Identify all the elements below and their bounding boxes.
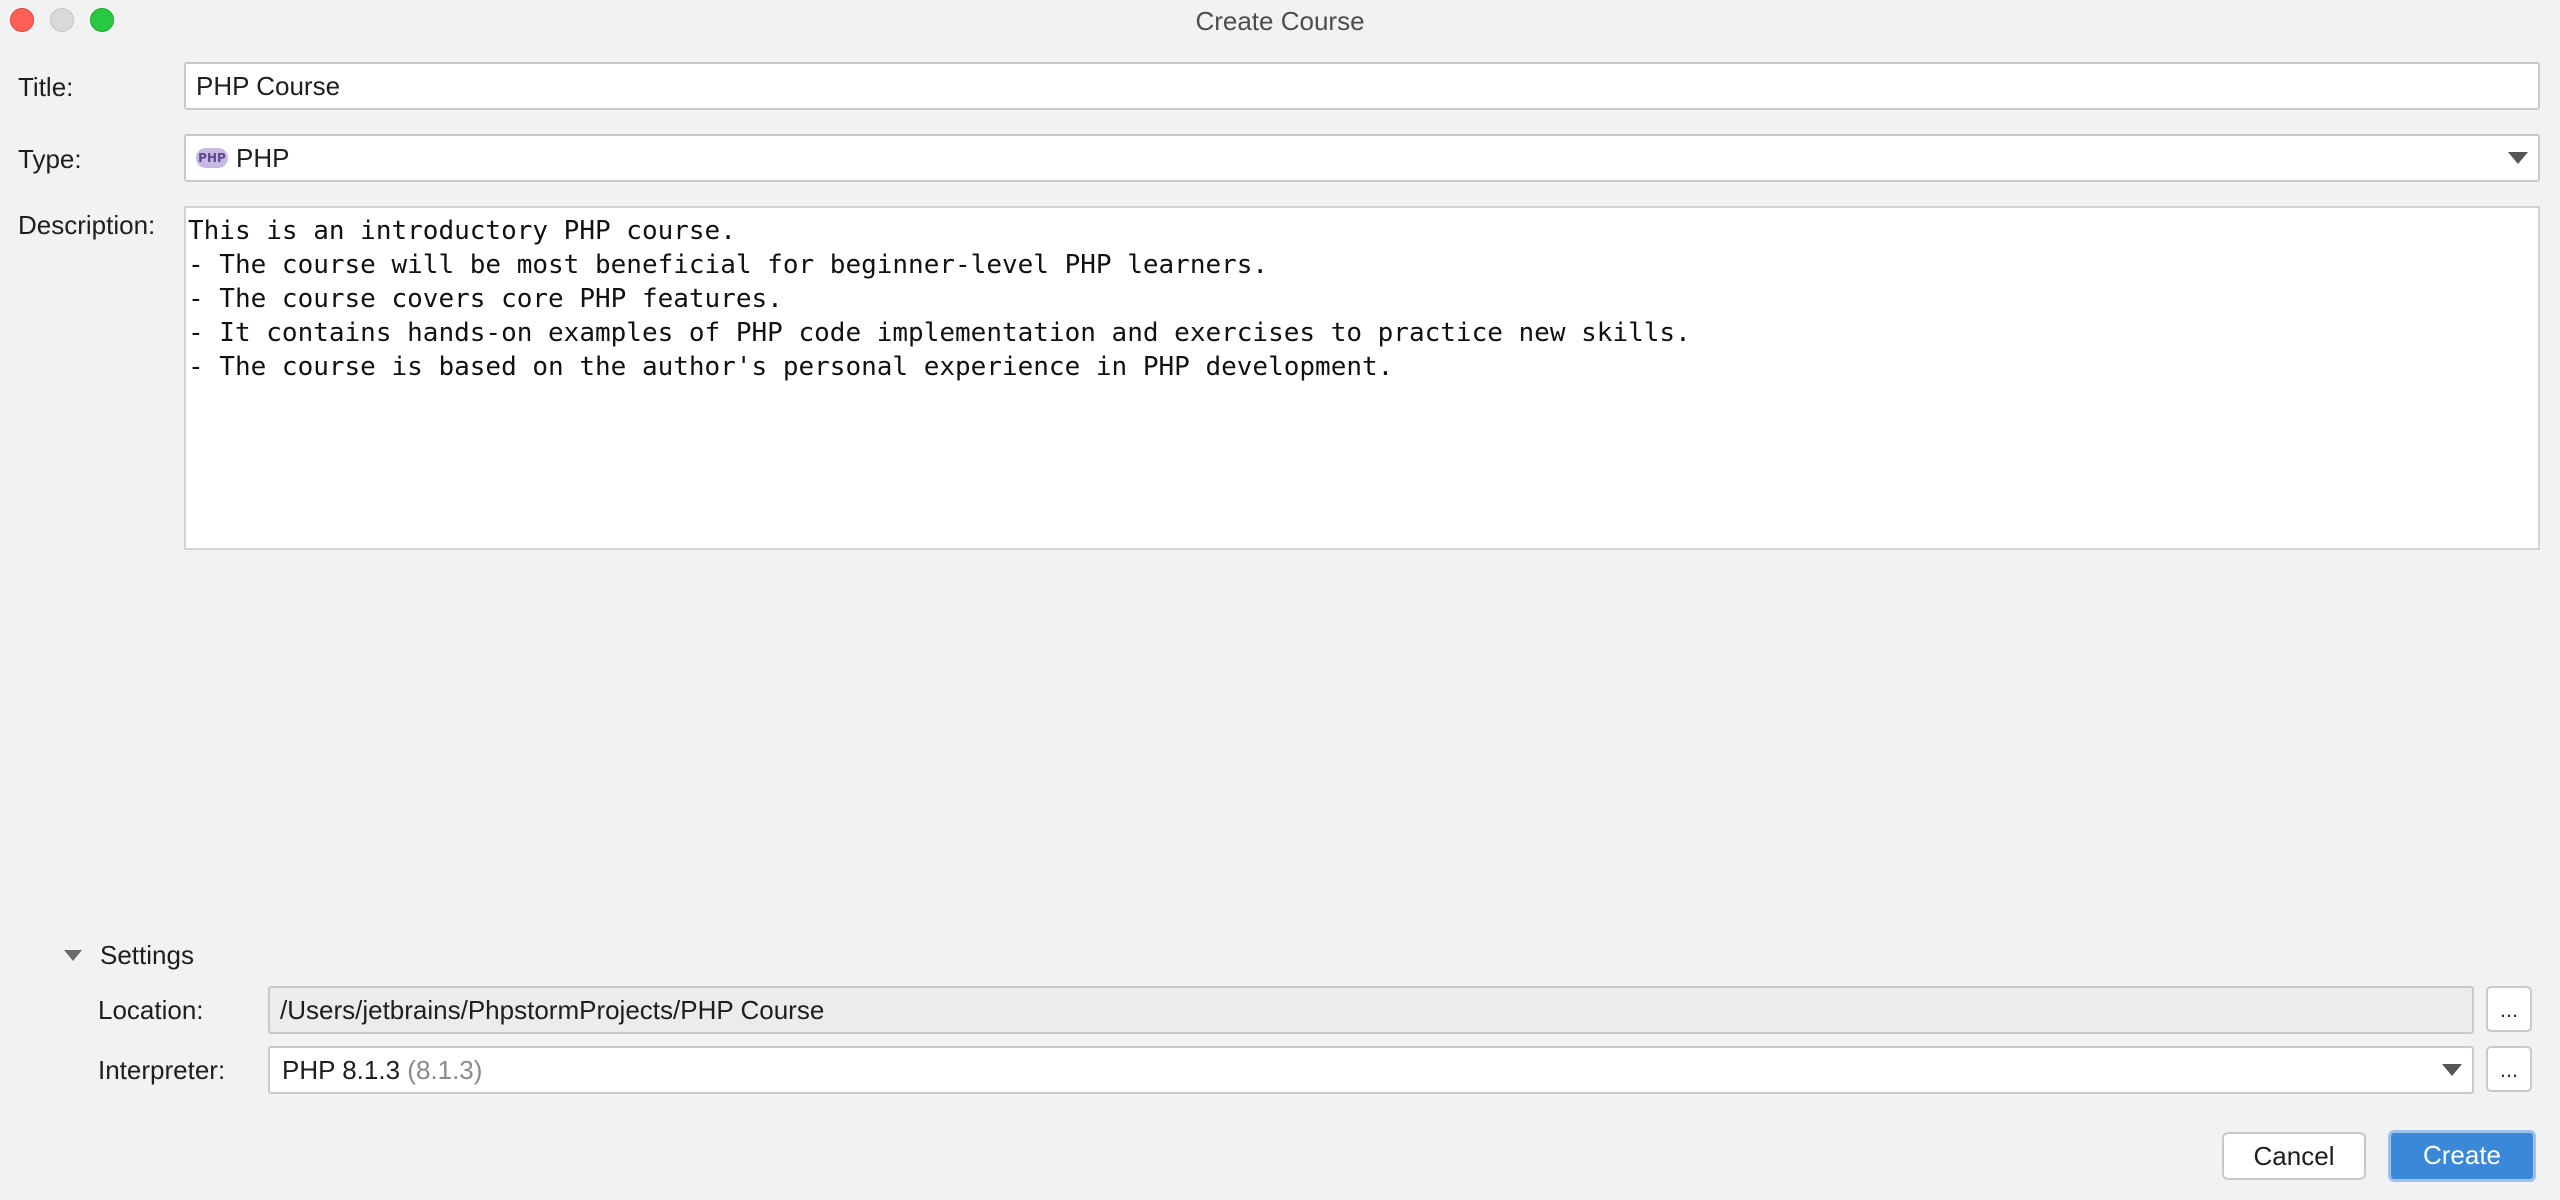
settings-label: Settings xyxy=(100,940,194,970)
interpreter-label: Interpreter: xyxy=(98,1055,226,1085)
type-combobox-value: PHP xyxy=(236,143,290,173)
type-label: Type: xyxy=(18,144,82,174)
location-field-value: /Users/jetbrains/PhpstormProjects/PHP Co… xyxy=(280,995,825,1025)
cancel-button[interactable]: Cancel xyxy=(2222,1132,2366,1180)
description-textarea[interactable]: This is an introductory PHP course. - Th… xyxy=(184,206,2540,550)
title-bar: Create Course xyxy=(0,0,2560,44)
interpreter-value: PHP 8.1.3 xyxy=(282,1055,401,1085)
php-icon: PHP xyxy=(196,148,228,169)
description-label: Description: xyxy=(18,210,156,240)
create-button[interactable]: Create xyxy=(2388,1130,2536,1182)
interpreter-version: (8.1.3) xyxy=(407,1055,483,1085)
title-input[interactable]: PHP Course xyxy=(184,62,2540,110)
interpreter-combobox[interactable]: PHP 8.1.3 (8.1.3) xyxy=(268,1046,2474,1094)
location-label: Location: xyxy=(98,995,204,1025)
chevron-down-icon[interactable] xyxy=(2508,152,2528,164)
location-browse-button[interactable]: ... xyxy=(2486,986,2532,1032)
interpreter-browse-button[interactable]: ... xyxy=(2486,1046,2532,1092)
chevron-down-icon[interactable] xyxy=(2442,1064,2462,1076)
title-input-value: PHP Course xyxy=(196,71,341,101)
window-title: Create Course xyxy=(1195,6,1365,36)
type-combobox[interactable]: PHP PHP xyxy=(184,134,2540,182)
title-label: Title: xyxy=(18,72,74,102)
triangle-down-icon xyxy=(64,950,82,961)
location-field[interactable]: /Users/jetbrains/PhpstormProjects/PHP Co… xyxy=(268,986,2474,1034)
create-course-dialog: Create Course Title: PHP Course Type: PH… xyxy=(0,0,2560,1200)
